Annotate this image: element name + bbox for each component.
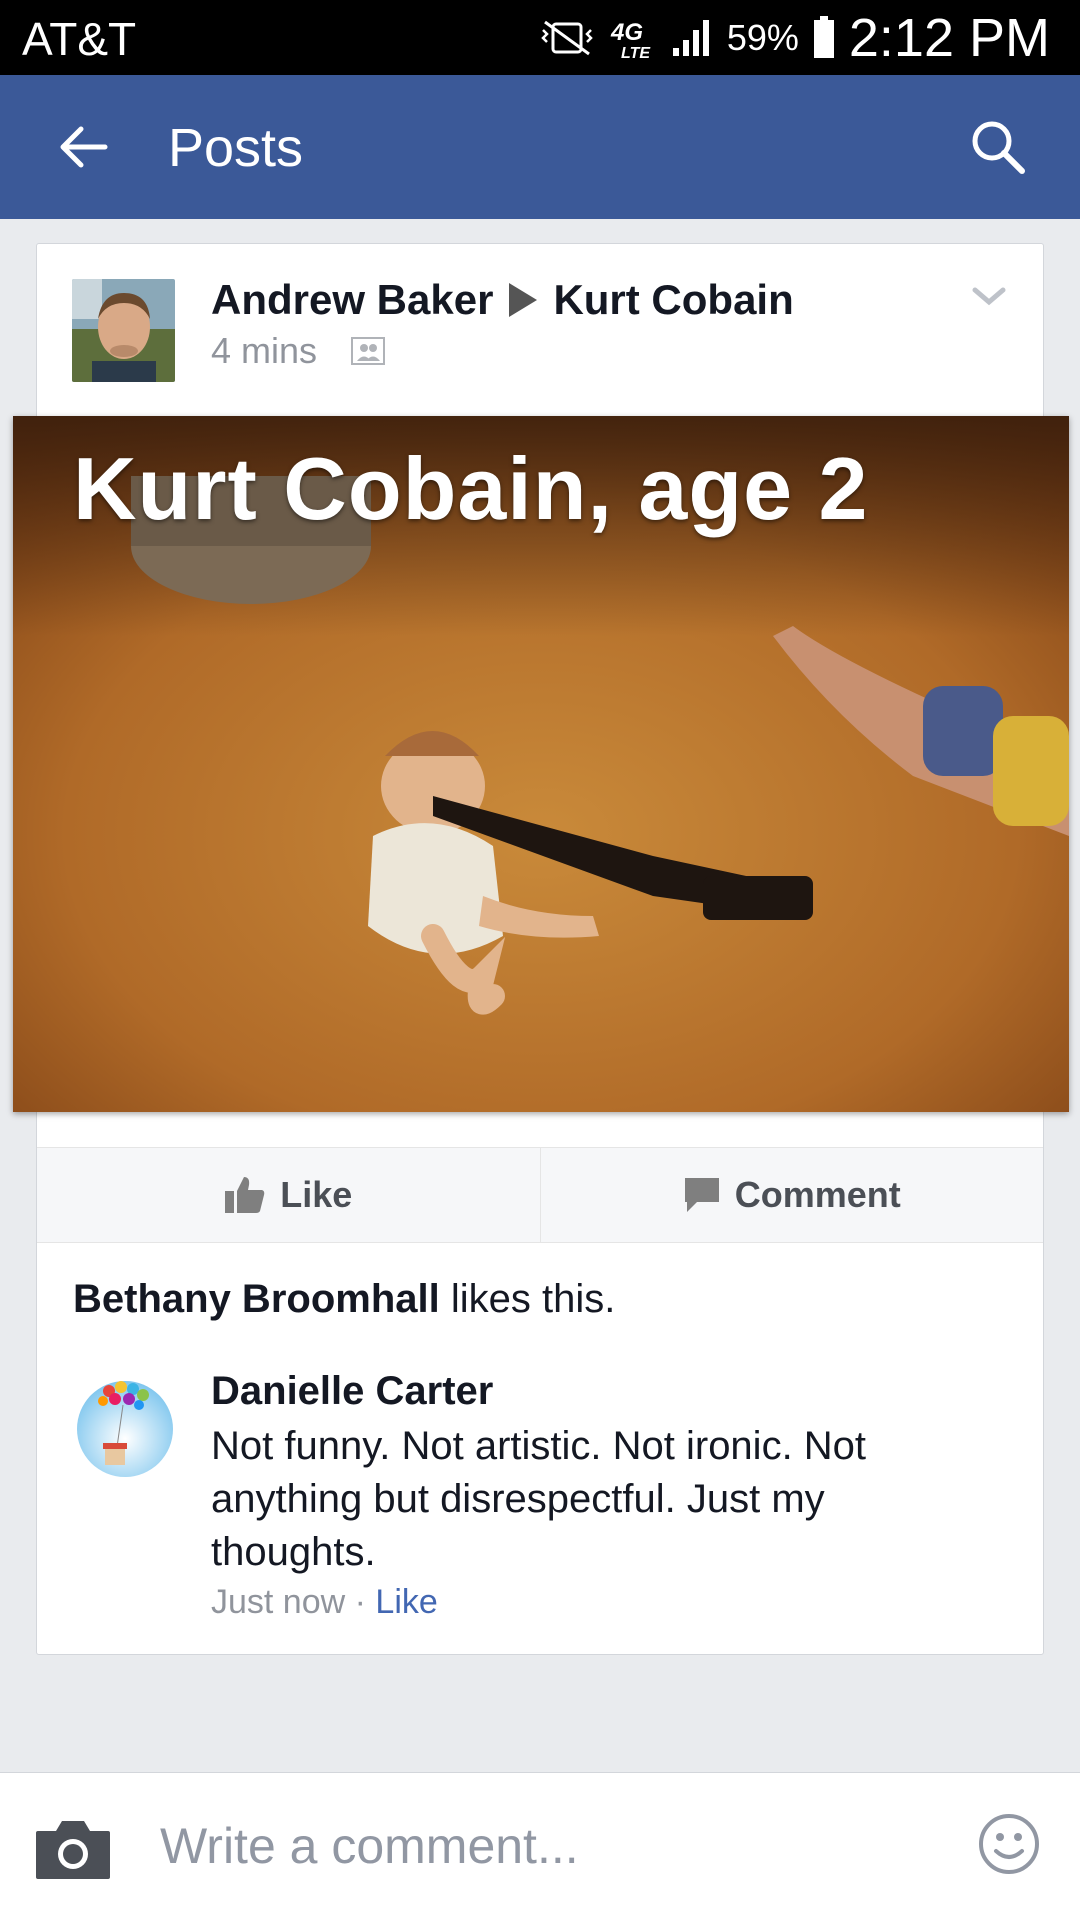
liker-name[interactable]: Bethany Broomhall (73, 1277, 440, 1321)
comment-meta: Just now · Like (211, 1583, 991, 1622)
emoji-button[interactable] (978, 1813, 1040, 1880)
signal-icon (672, 20, 709, 56)
like-button[interactable]: Like (37, 1148, 540, 1242)
author-avatar[interactable] (72, 279, 175, 382)
post-time[interactable]: 4 mins (211, 330, 317, 372)
svg-text:4G: 4G (610, 19, 643, 46)
battery-percent: 59% (726, 17, 799, 58)
comment-like-link[interactable]: Like (375, 1583, 437, 1621)
likes-summary[interactable]: Bethany Broomhall likes this. (73, 1277, 615, 1322)
post-header: Andrew Baker Kurt Cobain 4 mins (211, 276, 794, 372)
comment-composer (0, 1772, 1080, 1920)
search-button[interactable] (966, 115, 1030, 179)
comment-label: Comment (734, 1174, 901, 1215)
mute-vibrate-icon (541, 20, 593, 56)
camera-button[interactable] (34, 1817, 112, 1886)
clock: 2:12 PM (848, 8, 1050, 68)
meta-separator: · (354, 1583, 366, 1621)
arrow-left-icon (60, 126, 108, 168)
smiley-icon (979, 1814, 1039, 1874)
status-icons: 4G LTE 59% 2:12 PM (525, 8, 1050, 68)
post-names: Andrew Baker Kurt Cobain (211, 276, 794, 324)
arrow-right-icon (509, 283, 538, 317)
comment-body: Danielle Carter Not funny. Not artistic.… (211, 1369, 991, 1622)
carrier-label: AT&T (22, 13, 137, 65)
photo-caption: Kurt Cobain, age 2 (73, 439, 869, 538)
search-icon (972, 121, 1025, 174)
post-card: Andrew Baker Kurt Cobain 4 mins Kurt Cob… (13, 243, 1069, 1655)
network-4g-lte-icon: 4G LTE (610, 19, 651, 60)
app-bar: Posts (0, 75, 1080, 219)
target-name[interactable]: Kurt Cobain (553, 276, 793, 324)
likes-suffix: likes this. (439, 1277, 616, 1321)
post-photo[interactable]: Kurt Cobain, age 2 (13, 416, 1069, 1112)
comment-input[interactable] (160, 1811, 940, 1881)
post-options-button[interactable] (971, 284, 1007, 313)
chevron-down-icon (972, 287, 1006, 306)
page-title: Posts (168, 118, 304, 178)
back-button[interactable] (55, 117, 115, 177)
status-bar: AT&T 4G LTE 59% 2:12 PM (0, 0, 1080, 75)
commenter-name[interactable]: Danielle Carter (211, 1369, 991, 1414)
post-meta: 4 mins (211, 330, 794, 372)
comment-time: Just now (211, 1583, 346, 1621)
camera-icon (36, 1821, 110, 1879)
post-actions: Like Comment (37, 1147, 1043, 1243)
comment-text: Not funny. Not artistic. Not ironic. Not… (211, 1424, 867, 1574)
comment-button[interactable]: Comment (539, 1148, 1044, 1242)
commenter-avatar[interactable] (73, 1377, 176, 1480)
battery-icon (813, 16, 834, 58)
thumbs-up-icon (225, 1177, 265, 1213)
svg-text:LTE: LTE (621, 45, 651, 60)
comment-icon (684, 1178, 719, 1212)
author-name[interactable]: Andrew Baker (211, 276, 493, 324)
friends-icon (351, 337, 386, 365)
like-label: Like (280, 1174, 353, 1215)
